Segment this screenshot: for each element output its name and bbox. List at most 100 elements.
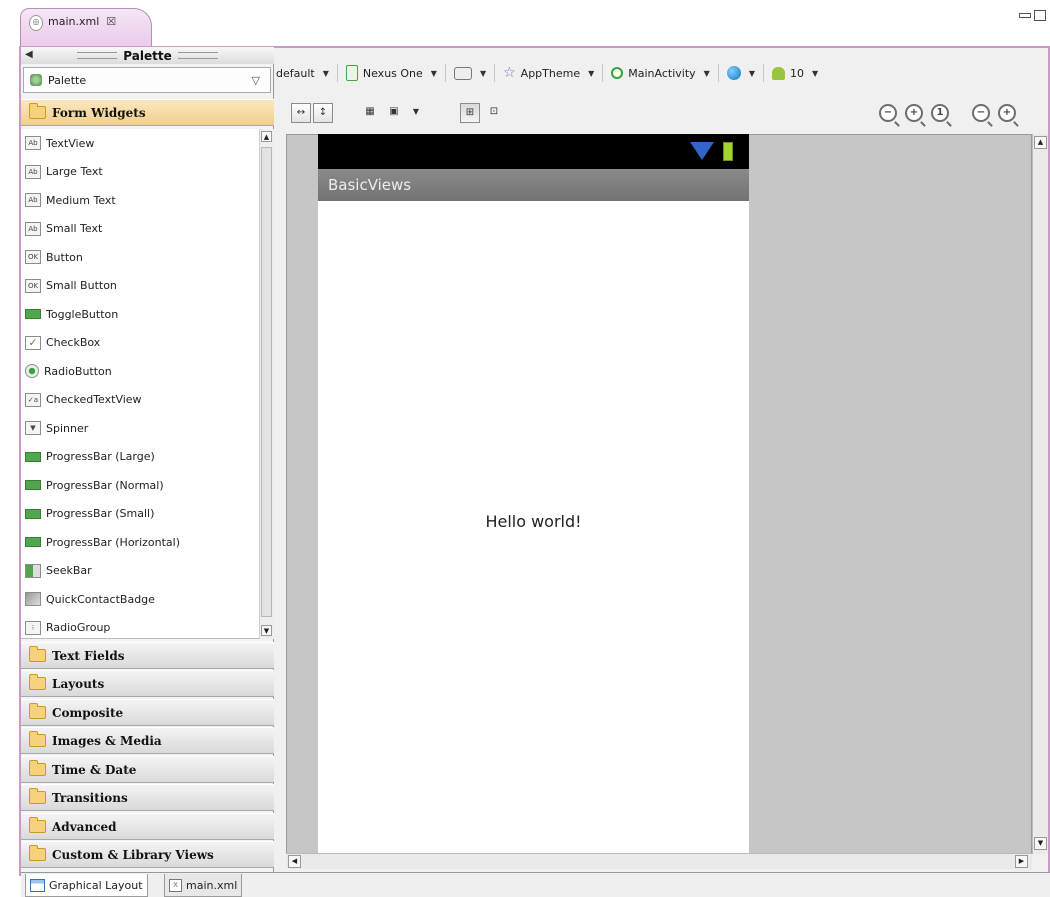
scrollbar-thumb[interactable] xyxy=(261,147,272,617)
activity-label: MainActivity xyxy=(628,66,696,80)
scroll-left-icon[interactable]: ◀ xyxy=(288,855,301,868)
scroll-up-icon[interactable]: ▲ xyxy=(1034,136,1047,149)
category-label: Composite xyxy=(52,705,124,720)
category-layouts[interactable]: Layouts xyxy=(21,670,274,697)
theme-dropdown[interactable]: ☆ AppTheme ▼ xyxy=(503,66,594,80)
category-text-fields[interactable]: Text Fields xyxy=(21,642,274,669)
palette-mode-select[interactable]: Palette ▽ xyxy=(23,67,271,93)
widget-small-text[interactable]: Ab Small Text xyxy=(21,215,259,244)
activity-dropdown[interactable]: MainActivity ▼ xyxy=(611,67,710,80)
widget-progressbar-horizontal[interactable]: ProgressBar (Horizontal) xyxy=(21,528,259,557)
tab-graphical-layout[interactable]: Graphical Layout xyxy=(25,874,148,897)
api-level-label: 10 xyxy=(789,66,804,80)
widget-small-button[interactable]: OK Small Button xyxy=(21,272,259,301)
category-custom-library-views[interactable]: Custom & Library Views xyxy=(21,841,274,868)
canvas-horizontal-scrollbar[interactable]: ◀ ▶ xyxy=(286,853,1032,869)
theme-label: AppTheme xyxy=(520,66,581,80)
hello-textview[interactable]: Hello world! xyxy=(318,512,749,531)
widget-quickcontactbadge[interactable]: QuickContactBadge xyxy=(21,585,259,614)
margins-icon[interactable]: ▣ xyxy=(384,103,404,123)
grip-handle-icon xyxy=(177,52,218,59)
layout-actions-toolbar: ↔ ↕ ▦ ▣ ▼ ⊞ ⊡ − + 1 − + xyxy=(288,100,1038,126)
widget-label: SeekBar xyxy=(46,564,92,578)
category-transitions[interactable]: Transitions xyxy=(21,784,274,811)
zoom-out-icon[interactable]: − xyxy=(972,104,990,122)
category-advanced[interactable]: Advanced xyxy=(21,813,274,840)
zoom-in-icon[interactable]: + xyxy=(998,104,1016,122)
palette-title: Palette xyxy=(123,48,172,63)
window-controls xyxy=(1019,10,1046,21)
scroll-down-icon[interactable]: ▼ xyxy=(261,625,272,636)
widget-seekbar[interactable]: SeekBar xyxy=(21,557,259,586)
dropdown-arrow-icon[interactable]: ▽ xyxy=(252,74,260,87)
widget-progressbar-large[interactable]: ProgressBar (Large) xyxy=(21,443,259,472)
textview-icon: Ab xyxy=(25,193,41,208)
clipping-icon[interactable]: ⊡ xyxy=(484,103,504,123)
scroll-up-icon[interactable]: ▲ xyxy=(261,131,272,142)
close-tab-icon[interactable]: ☒ xyxy=(106,15,116,28)
category-label: Custom & Library Views xyxy=(52,847,214,862)
toggle-fill-width-icon[interactable]: ↔ xyxy=(291,103,311,123)
minimize-icon[interactable] xyxy=(1019,13,1031,18)
locale-dropdown[interactable]: ▼ xyxy=(726,66,755,80)
widget-progressbar-normal[interactable]: ProgressBar (Normal) xyxy=(21,471,259,500)
progress-icon xyxy=(25,451,41,462)
category-label: Text Fields xyxy=(52,648,125,663)
textview-icon: Ab xyxy=(25,164,41,179)
device-dropdown[interactable]: Nexus One ▼ xyxy=(345,65,437,81)
widget-medium-text[interactable]: Ab Medium Text xyxy=(21,186,259,215)
config-dropdown[interactable]: default ▼ xyxy=(276,67,329,80)
category-time-date[interactable]: Time & Date xyxy=(21,756,274,783)
category-images-media[interactable]: Images & Media xyxy=(21,727,274,754)
android-icon xyxy=(771,66,785,80)
editor-tab-main-xml[interactable]: ◎ main.xml ☒ xyxy=(20,8,152,48)
toolbar-separator xyxy=(602,64,604,82)
palette-panel: Palette ◀ Palette ▽ Form Widgets Ab TextV… xyxy=(21,47,274,873)
widget-checkbox[interactable]: ✓ CheckBox xyxy=(21,329,259,358)
button-icon: OK xyxy=(25,250,41,265)
grip-handle-icon xyxy=(77,52,118,59)
orientation-dropdown[interactable]: ▼ xyxy=(453,66,487,80)
widget-radiobutton[interactable]: RadioButton xyxy=(21,357,259,386)
globe-icon xyxy=(726,66,741,80)
zoom-fit-icon[interactable]: − xyxy=(879,104,897,122)
caret-down-icon[interactable]: ▼ xyxy=(406,103,426,123)
category-label: Form Widgets xyxy=(52,105,146,120)
category-form-widgets[interactable]: Form Widgets xyxy=(21,99,274,126)
device-preview[interactable]: BasicViews Hello world! xyxy=(318,134,749,854)
widget-textview[interactable]: Ab TextView xyxy=(21,129,259,158)
scroll-down-icon[interactable]: ▼ xyxy=(1034,837,1047,850)
widget-togglebutton[interactable]: ToggleButton xyxy=(21,300,259,329)
widget-radiogroup[interactable]: ⁝ RadioGroup xyxy=(21,614,259,643)
widget-progressbar-small[interactable]: ProgressBar (Small) xyxy=(21,500,259,529)
activity-icon xyxy=(611,67,624,79)
xml-file-icon: X xyxy=(169,878,182,892)
maximize-icon[interactable] xyxy=(1034,10,1046,21)
widget-large-text[interactable]: Ab Large Text xyxy=(21,158,259,187)
widget-label: Button xyxy=(46,250,83,264)
toggle-fill-height-icon[interactable]: ↕ xyxy=(313,103,333,123)
status-bar xyxy=(318,134,749,169)
collapse-palette-icon[interactable]: ◀ xyxy=(25,49,33,60)
canvas-vertical-scrollbar[interactable]: ▲ ▼ xyxy=(1032,134,1048,854)
tab-main-xml[interactable]: X main.xml xyxy=(164,874,243,897)
emulate-real-size-icon[interactable]: ⊞ xyxy=(460,103,480,123)
tab-label: main.xml xyxy=(186,878,238,892)
widget-spinner[interactable]: ▼ Spinner xyxy=(21,414,259,443)
widget-checkedtextview[interactable]: ✓a CheckedTextView xyxy=(21,386,259,415)
widget-button[interactable]: OK Button xyxy=(21,243,259,272)
palette-header[interactable]: Palette xyxy=(21,47,274,64)
progress-icon xyxy=(25,480,41,491)
api-level-dropdown[interactable]: 10 ▼ xyxy=(771,66,818,80)
check-icon: ✓ xyxy=(25,335,41,350)
toggle-icon xyxy=(25,309,41,320)
zoom-real-size-icon[interactable]: + xyxy=(905,104,923,122)
palette-icon xyxy=(30,74,42,86)
category-composite[interactable]: Composite xyxy=(21,699,274,726)
editor-tab-label: main.xml xyxy=(48,15,100,28)
signal-icon xyxy=(690,142,714,160)
caret-down-icon: ▼ xyxy=(479,68,487,78)
zoom-100-icon[interactable]: 1 xyxy=(931,104,949,122)
scroll-right-icon[interactable]: ▶ xyxy=(1015,855,1028,868)
grid-icon[interactable]: ▦ xyxy=(360,103,380,123)
